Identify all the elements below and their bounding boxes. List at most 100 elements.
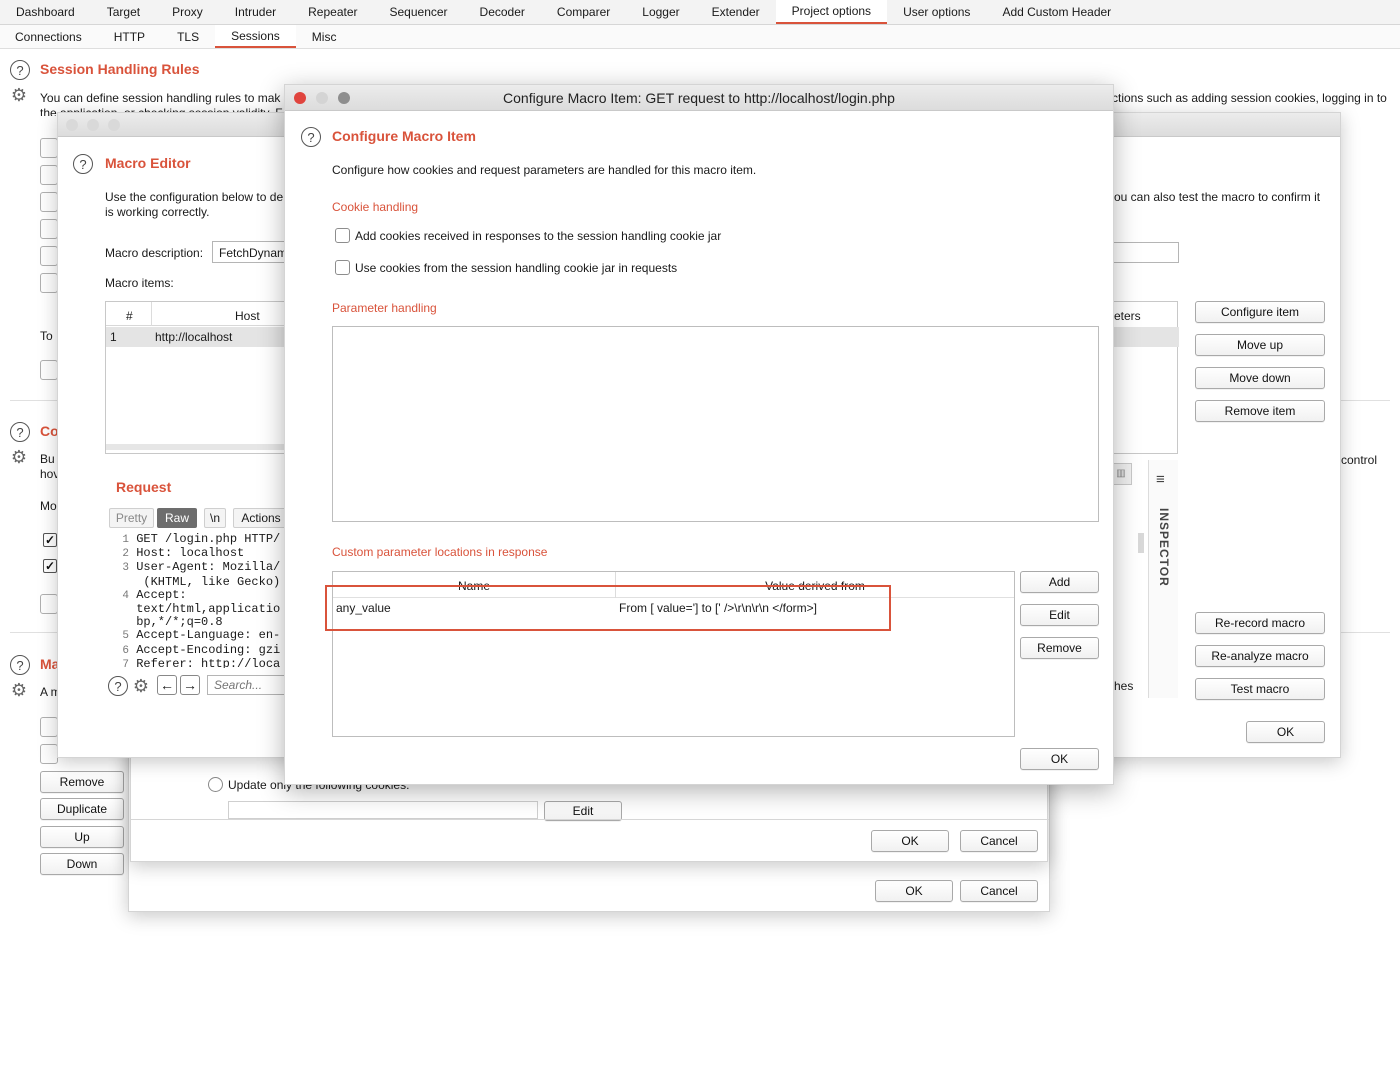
cookie-names-field[interactable] (228, 801, 538, 819)
tab-newline[interactable]: \n (204, 508, 226, 528)
rule-button[interactable] (40, 138, 58, 158)
help-icon[interactable]: ? (10, 60, 30, 80)
duplicate-macro-button[interactable]: Duplicate (40, 798, 124, 820)
scrollbar[interactable] (106, 444, 296, 450)
tab-sequencer[interactable]: Sequencer (374, 0, 464, 24)
tab-repeater[interactable]: Repeater (292, 0, 373, 24)
action-ok-button[interactable]: OK (871, 830, 949, 852)
session-rules-desc-right: ctions such as adding session cookies, l… (1112, 91, 1387, 105)
splitter[interactable] (1138, 533, 1144, 553)
tab-extender[interactable]: Extender (696, 0, 776, 24)
macro-description-input[interactable]: FetchDynam (212, 241, 292, 263)
test-macro-button[interactable]: Test macro (1195, 678, 1325, 700)
tab-comparer[interactable]: Comparer (541, 0, 626, 24)
cookie-names-edit-button[interactable]: Edit (544, 801, 622, 821)
help-icon[interactable]: ? (10, 655, 30, 675)
edit-location-button[interactable]: Edit (1020, 604, 1099, 626)
rule-button[interactable] (40, 273, 58, 293)
gear-icon[interactable]: ⚙ (9, 447, 29, 467)
request-title: Request (116, 479, 172, 495)
menu-icon[interactable]: ≡ (1156, 472, 1165, 487)
move-down-button[interactable]: Move down (1195, 367, 1325, 389)
macro-items-header: # Host (106, 302, 296, 326)
configure-item-button[interactable]: Configure item (1195, 301, 1325, 323)
help-icon[interactable]: ? (108, 676, 128, 696)
open-cookie-jar-button[interactable] (40, 594, 58, 614)
tab-proxy[interactable]: Proxy (156, 0, 219, 24)
rule-button[interactable] (40, 219, 58, 239)
tab-dashboard[interactable]: Dashboard (0, 0, 91, 24)
tab-project-options[interactable]: Project options (775, 0, 888, 24)
scope-button[interactable] (40, 360, 58, 380)
gear-icon[interactable]: ⚙ (9, 680, 29, 700)
configure-title: Configure Macro Item (332, 128, 476, 144)
column-header-host[interactable]: Host (235, 309, 260, 323)
edit-macro-button[interactable] (40, 744, 58, 764)
session-rules-desc: You can define session handling rules to… (40, 91, 281, 105)
rule-button[interactable] (40, 165, 58, 185)
parameter-handling-table[interactable] (332, 326, 1099, 522)
tab-user-options[interactable]: User options (887, 0, 986, 24)
help-icon[interactable]: ? (10, 422, 30, 442)
maximize-icon[interactable] (108, 119, 120, 131)
help-icon[interactable]: ? (73, 154, 93, 174)
inspector-sidebar[interactable]: ≡ INSPECTOR (1148, 460, 1178, 698)
macro-editor-ok-button[interactable]: OK (1246, 721, 1325, 743)
request-search-input[interactable] (207, 675, 289, 695)
forward-arrow-icon[interactable]: → (180, 675, 200, 695)
cookie-jar-title: Co (40, 423, 59, 439)
rule-button[interactable] (40, 246, 58, 266)
actions-menu[interactable]: Actions (233, 508, 289, 528)
move-macro-down-button[interactable]: Down (40, 853, 124, 875)
tab-target[interactable]: Target (91, 0, 156, 24)
tab-raw[interactable]: Raw (157, 508, 197, 528)
macro-editor-desc-2: is working correctly. (105, 205, 210, 219)
add-macro-button[interactable] (40, 717, 58, 737)
tab-sessions[interactable]: Sessions (215, 25, 296, 48)
request-view-tabs: Pretty Raw \n Actions (109, 508, 289, 528)
column-header-params[interactable]: eters (1114, 309, 1141, 323)
help-icon[interactable]: ? (301, 127, 321, 147)
re-record-macro-button[interactable]: Re-record macro (1195, 612, 1325, 634)
tab-decoder[interactable]: Decoder (464, 0, 541, 24)
rule-editor-cancel-button[interactable]: Cancel (960, 880, 1038, 902)
move-macro-up-button[interactable]: Up (40, 826, 124, 848)
update-only-radio[interactable] (208, 777, 223, 792)
control-text: control (1341, 453, 1378, 467)
macro-items-table-right: eters (1113, 301, 1179, 454)
minimize-icon[interactable] (87, 119, 99, 131)
request-editor[interactable]: 1 GET /login.php HTTP/ 2 Host: localhost… (109, 533, 289, 668)
macro-description-input-right[interactable] (1113, 242, 1179, 263)
highlight-box (325, 585, 891, 631)
close-icon[interactable] (66, 119, 78, 131)
back-arrow-icon[interactable]: ← (157, 675, 177, 695)
add-location-button[interactable]: Add (1020, 571, 1099, 593)
tab-http[interactable]: HTTP (98, 25, 161, 48)
tab-tls[interactable]: TLS (161, 25, 215, 48)
monitor-checkbox[interactable]: ✓ (43, 533, 57, 547)
gear-icon[interactable]: ⚙ (9, 85, 29, 105)
rule-button[interactable] (40, 192, 58, 212)
tab-intruder[interactable]: Intruder (219, 0, 292, 24)
configure-dialog-titlebar: Configure Macro Item: GET request to htt… (285, 85, 1113, 111)
tab-misc[interactable]: Misc (296, 25, 353, 48)
tab-connections[interactable]: Connections (0, 25, 98, 48)
action-cancel-button[interactable]: Cancel (960, 830, 1038, 852)
column-header-num[interactable]: # (126, 309, 133, 323)
remove-macro-button[interactable]: Remove (40, 771, 124, 793)
table-row[interactable]: 1 http://localhost (106, 327, 296, 347)
re-analyze-macro-button[interactable]: Re-analyze macro (1195, 645, 1325, 667)
gear-icon[interactable]: ⚙ (131, 676, 151, 696)
remove-item-button[interactable]: Remove item (1195, 400, 1325, 422)
tab-pretty[interactable]: Pretty (109, 508, 154, 528)
tab-add-custom-header[interactable]: Add Custom Header (986, 0, 1127, 24)
remove-location-button[interactable]: Remove (1020, 637, 1099, 659)
move-up-button[interactable]: Move up (1195, 334, 1325, 356)
add-cookies-checkbox[interactable] (335, 228, 350, 243)
tab-logger[interactable]: Logger (626, 0, 695, 24)
cookie-handling-label: Cookie handling (332, 200, 419, 214)
configure-ok-button[interactable]: OK (1020, 748, 1099, 770)
rule-editor-ok-button[interactable]: OK (875, 880, 953, 902)
use-cookies-checkbox[interactable] (335, 260, 350, 275)
monitor-checkbox[interactable]: ✓ (43, 559, 57, 573)
